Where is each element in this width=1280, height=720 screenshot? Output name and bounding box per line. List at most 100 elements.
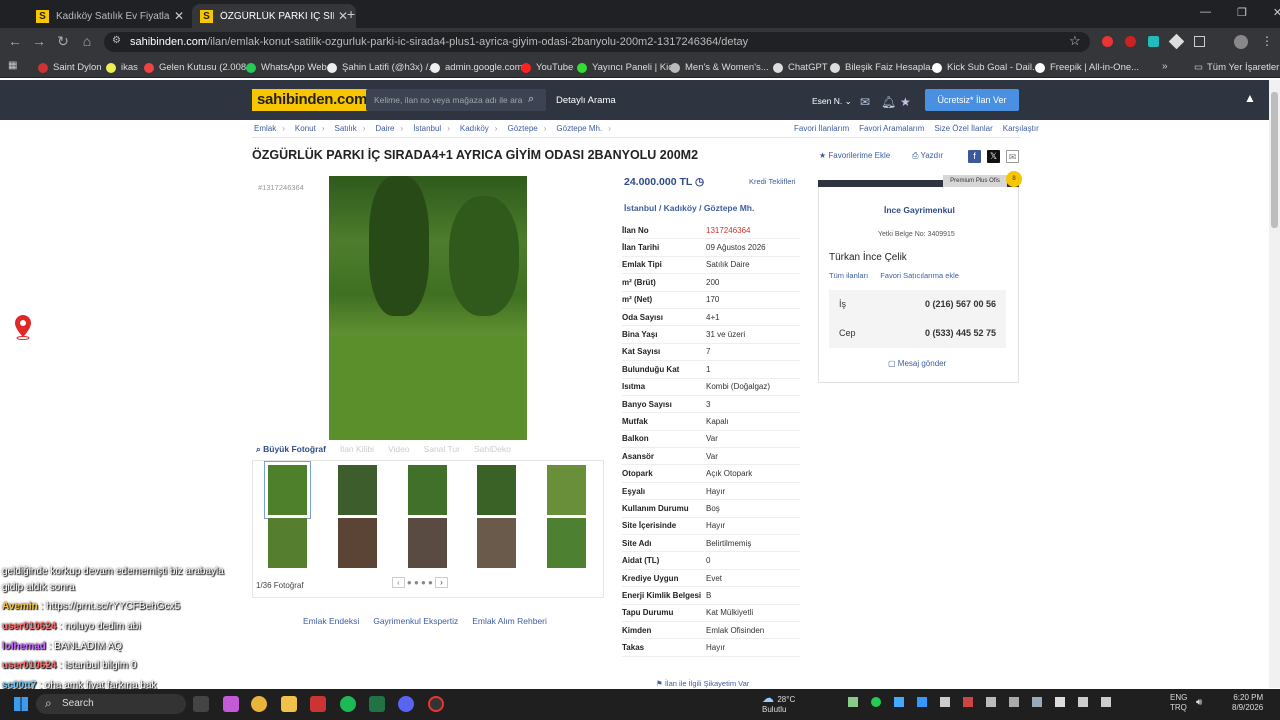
bookmark-star-icon[interactable]: ☆: [1069, 33, 1081, 49]
extension-icon[interactable]: [1102, 36, 1113, 47]
breadcrumb-item[interactable]: Emlak: [254, 124, 285, 133]
home-icon[interactable]: ⌂: [78, 33, 96, 49]
taskbar-search[interactable]: Search: [36, 694, 186, 714]
minimize-icon[interactable]: —: [1200, 6, 1211, 19]
all-ads-link[interactable]: Tüm ilanları: [829, 271, 868, 280]
excel-icon[interactable]: [369, 696, 385, 712]
spotify-icon[interactable]: [340, 696, 356, 712]
bookmark-item[interactable]: WhatsApp Web: [246, 62, 327, 73]
menu-kebab-icon[interactable]: ⋮: [1261, 34, 1273, 48]
tray-icon[interactable]: [848, 697, 858, 707]
back-icon[interactable]: ←: [6, 33, 24, 49]
photo-thumbnail[interactable]: [408, 518, 447, 568]
favorite-seller-link[interactable]: Favori Satıcılarıma ekle: [880, 271, 959, 280]
favorites-star-icon[interactable]: ★: [900, 95, 911, 109]
photo-thumbnail[interactable]: [264, 461, 311, 519]
user-menu[interactable]: Esen N. ⌄: [812, 96, 852, 107]
credit-offers-link[interactable]: Kredi Teklifleri: [749, 177, 796, 186]
bookmark-item[interactable]: ikas: [106, 62, 138, 73]
copilot-icon[interactable]: [223, 696, 239, 712]
bookmark-item[interactable]: Freepik | All-in-One...: [1035, 62, 1139, 73]
print-button[interactable]: ⎙ Yazdır: [912, 151, 943, 161]
real-estate-index-link[interactable]: Emlak Endeksi: [303, 616, 359, 626]
tray-icon[interactable]: [894, 697, 904, 707]
tray-icon[interactable]: [1101, 697, 1111, 707]
photo-thumbnail[interactable]: [477, 518, 516, 568]
messages-icon[interactable]: ✉: [860, 95, 870, 109]
seller-company[interactable]: İnce Gayrimenkul: [884, 205, 955, 215]
close-tab-icon[interactable]: ✕: [174, 9, 184, 23]
clock[interactable]: 6:20 PM 8/9/2026: [1232, 693, 1263, 713]
listing-location[interactable]: İstanbul / Kadıköy / Göztepe Mh.: [624, 203, 754, 213]
task-view-icon[interactable]: [193, 696, 209, 712]
photo-thumbnail[interactable]: [338, 465, 377, 515]
chrome-icon[interactable]: [251, 696, 267, 712]
free-ad-button[interactable]: Ücretsiz* İlan Ver: [925, 89, 1019, 111]
site-info-icon[interactable]: ⚙: [112, 35, 121, 46]
volume-icon[interactable]: 🔊︎: [1196, 697, 1202, 708]
prev-page-icon[interactable]: ‹: [392, 577, 405, 588]
bookmark-item[interactable]: admin.google.com: [430, 62, 523, 73]
windows-start-icon[interactable]: [14, 697, 28, 711]
site-logo[interactable]: sahibinden.com: [252, 89, 372, 111]
search-icon[interactable]: ⌕: [528, 93, 534, 106]
language-indicator[interactable]: ENG TRQ: [1170, 693, 1187, 713]
breadcrumb-item[interactable]: İstanbul: [413, 124, 450, 133]
work-phone[interactable]: İş 0 (216) 567 00 56: [839, 299, 996, 309]
tray-icon[interactable]: [871, 697, 881, 707]
compare-link[interactable]: Karşılaştır: [1003, 124, 1039, 133]
tray-icon[interactable]: [1055, 697, 1065, 707]
extension-icon[interactable]: [1148, 36, 1159, 47]
file-explorer-icon[interactable]: [281, 696, 297, 712]
tab-ozgurluk[interactable]: S ÖZGÜRLÜK PARKI İÇ SIRADA4 ✕: [192, 4, 356, 28]
bookmark-item[interactable]: YouTube: [521, 62, 573, 73]
email-share-icon[interactable]: ✉: [1006, 150, 1019, 163]
buying-guide-link[interactable]: Emlak Alım Rehberi: [472, 616, 547, 626]
tray-icon[interactable]: [963, 697, 973, 707]
special-ads-link[interactable]: Size Özel İlanlar: [934, 124, 992, 133]
tray-icon[interactable]: [917, 697, 927, 707]
bookmark-item[interactable]: Şahin Latifi (@h3x) /...: [327, 62, 436, 73]
breadcrumb-item[interactable]: Satılık: [334, 124, 365, 133]
large-photo-tab[interactable]: ⌕ Büyük Fotoğraf: [256, 444, 326, 455]
bookmark-item[interactable]: Kick Sub Goal - Dail...: [932, 62, 1040, 73]
avatar[interactable]: [1234, 35, 1248, 49]
facebook-share-icon[interactable]: f: [968, 150, 981, 163]
bookmark-item[interactable]: Bileşik Faiz Hesapla...: [830, 62, 938, 73]
complaint-link[interactable]: ⚑ İlan ile İlgili Şikayetim Var: [656, 679, 749, 688]
bookmark-item[interactable]: Saint Dylon: [38, 62, 102, 73]
photo-thumbnail[interactable]: [547, 518, 586, 568]
apps-grid-icon[interactable]: ▦: [8, 60, 17, 71]
photo-thumbnail[interactable]: [338, 518, 377, 568]
next-page-icon[interactable]: ›: [435, 577, 448, 588]
discord-icon[interactable]: [398, 696, 414, 712]
tray-icon[interactable]: [1009, 697, 1019, 707]
detailed-search-link[interactable]: Detaylı Arama: [556, 95, 616, 106]
netflix-icon[interactable]: [310, 696, 326, 712]
main-photo[interactable]: [329, 176, 527, 440]
tray-icon[interactable]: [1032, 697, 1042, 707]
favorite-searches-link[interactable]: Favori Aramalarım: [859, 124, 924, 133]
bookmark-item[interactable]: Men's & Women's...: [670, 62, 769, 73]
photo-thumbnail[interactable]: [477, 465, 516, 515]
breadcrumb-item[interactable]: Daire: [375, 124, 403, 133]
breadcrumb-item[interactable]: Göztepe Mh.: [556, 124, 610, 133]
tray-icon[interactable]: [940, 697, 950, 707]
photo-thumbnail[interactable]: [547, 465, 586, 515]
tray-icon[interactable]: [1078, 697, 1088, 707]
puzzle-icon[interactable]: [1194, 36, 1205, 47]
extension-icon[interactable]: [1168, 33, 1185, 50]
url-field[interactable]: sahibinden.com/ilan/emlak-konut-satilik-…: [104, 32, 1090, 52]
bookmark-item[interactable]: Gelen Kutusu (2.008...: [144, 62, 254, 73]
close-window-icon[interactable]: ✕: [1273, 6, 1280, 19]
obs-icon[interactable]: [428, 696, 444, 712]
new-tab-button[interactable]: +: [347, 6, 355, 22]
send-message-button[interactable]: ▢ Mesaj gönder: [888, 359, 946, 368]
add-favorite-button[interactable]: ★ Favorilerime Ekle: [819, 151, 890, 160]
scrollbar-thumb[interactable]: [1271, 92, 1278, 228]
maximize-icon[interactable]: ❐: [1237, 6, 1247, 19]
appraisal-link[interactable]: Gayrimenkul Ekspertiz: [373, 616, 458, 626]
bookmark-item[interactable]: Yayıncı Paneli | Kick: [577, 62, 678, 73]
more-bookmarks-icon[interactable]: »: [1162, 61, 1168, 72]
notification-bell-icon[interactable]: 🔔︎: [881, 95, 896, 109]
